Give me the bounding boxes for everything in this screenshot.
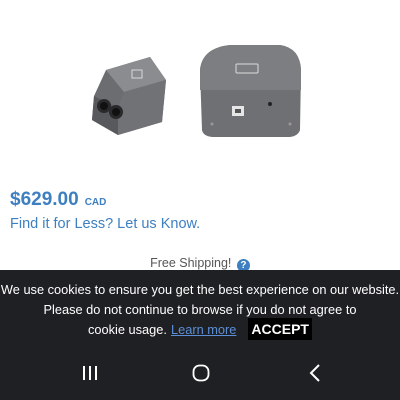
back-icon[interactable] <box>300 362 330 384</box>
cookie-message-end: cookie usage. <box>88 321 167 337</box>
product-price: $629.00 <box>10 189 79 210</box>
find-it-for-less-link[interactable]: Find it for Less? Let us Know. <box>10 216 200 232</box>
price-row: $629.00 CAD <box>10 189 106 211</box>
home-icon[interactable] <box>186 362 216 384</box>
recent-apps-icon[interactable] <box>75 362 105 384</box>
product-image[interactable] <box>0 0 400 170</box>
system-nav-bar <box>0 348 400 400</box>
cookie-banner: We use cookies to ensure you get the bes… <box>0 270 400 348</box>
dmx-device-right-image <box>200 45 301 137</box>
accept-button[interactable]: ACCEPT <box>248 318 312 340</box>
price-currency: CAD <box>84 197 107 208</box>
cookie-actions: cookie usage. Learn more ACCEPT <box>0 318 400 340</box>
learn-more-link[interactable]: Learn more <box>171 322 236 337</box>
cookie-message: We use cookies to ensure you get the bes… <box>0 282 400 317</box>
free-shipping-label: Free Shipping! <box>150 256 232 270</box>
dmx-device-left-image <box>92 57 166 135</box>
